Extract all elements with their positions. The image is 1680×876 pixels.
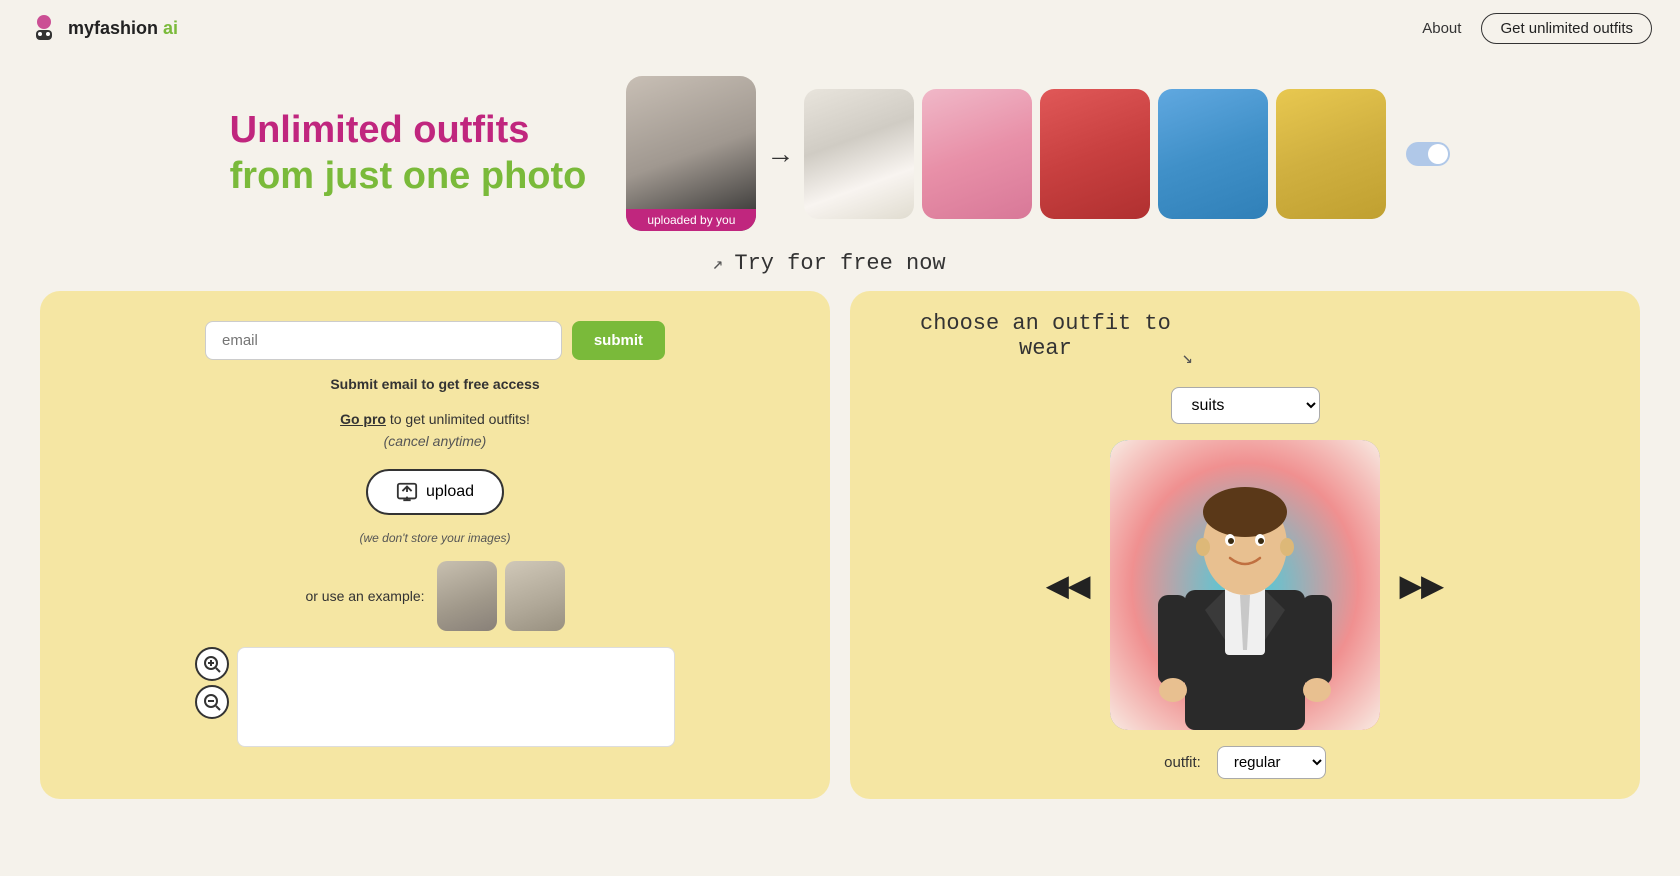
outfit-prev-button[interactable]: ◀◀ [1043, 561, 1094, 610]
left-panel: submit Submit email to get free access G… [40, 291, 830, 799]
email-input[interactable] [205, 321, 562, 360]
hero-headline: Unlimited outfits from just one photo [230, 108, 587, 199]
outfit-bottom-row: outfit: regular slim classic [1164, 746, 1326, 779]
upload-icon [396, 481, 418, 503]
hero-photos: uploaded by you → [626, 76, 1450, 231]
about-link[interactable]: About [1422, 20, 1461, 37]
cancel-anytime: (cancel anytime) [384, 433, 487, 449]
outfit-photo-1 [804, 89, 914, 219]
toggle-switch[interactable] [1406, 142, 1450, 166]
zoom-out-button[interactable] [195, 685, 229, 719]
zoom-controls [195, 647, 229, 747]
upload-label: upload [426, 483, 474, 501]
logo-text: myfashion ai [68, 18, 178, 39]
outfit-label: outfit: [1164, 754, 1201, 771]
next-icon: ▶▶ [1400, 569, 1443, 602]
outfit-select[interactable]: suits casual formal sportswear summer [1171, 387, 1320, 424]
example-row: or use an example: [305, 561, 564, 631]
try-free-label: Try for free now [734, 251, 945, 276]
go-pro-link[interactable]: Go pro [340, 411, 386, 427]
header-right: About Get unlimited outfits [1422, 13, 1652, 44]
header: myfashion ai About Get unlimited outfits [0, 0, 1680, 56]
outfit-image-container: ◀◀ [1043, 440, 1447, 730]
go-pro-text: Go pro to get unlimited outfits! (cancel… [340, 408, 530, 453]
uploaded-photo-container: uploaded by you [626, 76, 756, 231]
logo: myfashion ai [28, 12, 178, 44]
main-content: submit Submit email to get free access G… [0, 281, 1680, 819]
prev-icon: ◀◀ [1047, 569, 1090, 602]
email-row: submit [205, 321, 665, 360]
example-thumb-woman[interactable] [505, 561, 565, 631]
upload-button[interactable]: upload [366, 469, 504, 515]
outfit-photo-2 [922, 89, 1032, 219]
get-unlimited-button[interactable]: Get unlimited outfits [1481, 13, 1652, 44]
logo-icon [28, 12, 60, 44]
hero-text: Unlimited outfits from just one photo [230, 108, 587, 199]
zoom-in-button[interactable] [195, 647, 229, 681]
image-editor-canvas [237, 647, 675, 747]
arrow-icon: → [766, 138, 794, 170]
outfit-next-button[interactable]: ▶▶ [1396, 561, 1447, 610]
example-label: or use an example: [305, 588, 424, 604]
uploaded-photo [626, 76, 756, 231]
outfit-photo-3 [1040, 89, 1150, 219]
right-panel: choose an outfit to wear suits casual fo… [850, 291, 1640, 799]
outfit-type-select[interactable]: regular slim classic [1217, 746, 1326, 779]
outfit-main-image [1110, 440, 1380, 730]
zoom-out-icon [203, 693, 221, 711]
example-thumb-man[interactable] [437, 561, 497, 631]
try-free-section: Try for free now [0, 241, 1680, 281]
example-thumbnails [437, 561, 565, 631]
choose-outfit-label: choose an outfit to wear [920, 311, 1171, 371]
outfit-photo-5 [1276, 89, 1386, 219]
no-store-text: (we don't store your images) [359, 531, 510, 545]
zoom-in-icon [203, 655, 221, 673]
submit-description: Submit email to get free access [330, 376, 539, 392]
outfit-photo-4 [1158, 89, 1268, 219]
outfit-photos-row [804, 89, 1386, 219]
image-editor-row [195, 647, 675, 747]
submit-button[interactable]: submit [572, 321, 665, 360]
outfit-person-svg [1110, 440, 1380, 730]
uploaded-label: uploaded by you [626, 209, 756, 231]
hero-section: Unlimited outfits from just one photo up… [0, 56, 1680, 241]
